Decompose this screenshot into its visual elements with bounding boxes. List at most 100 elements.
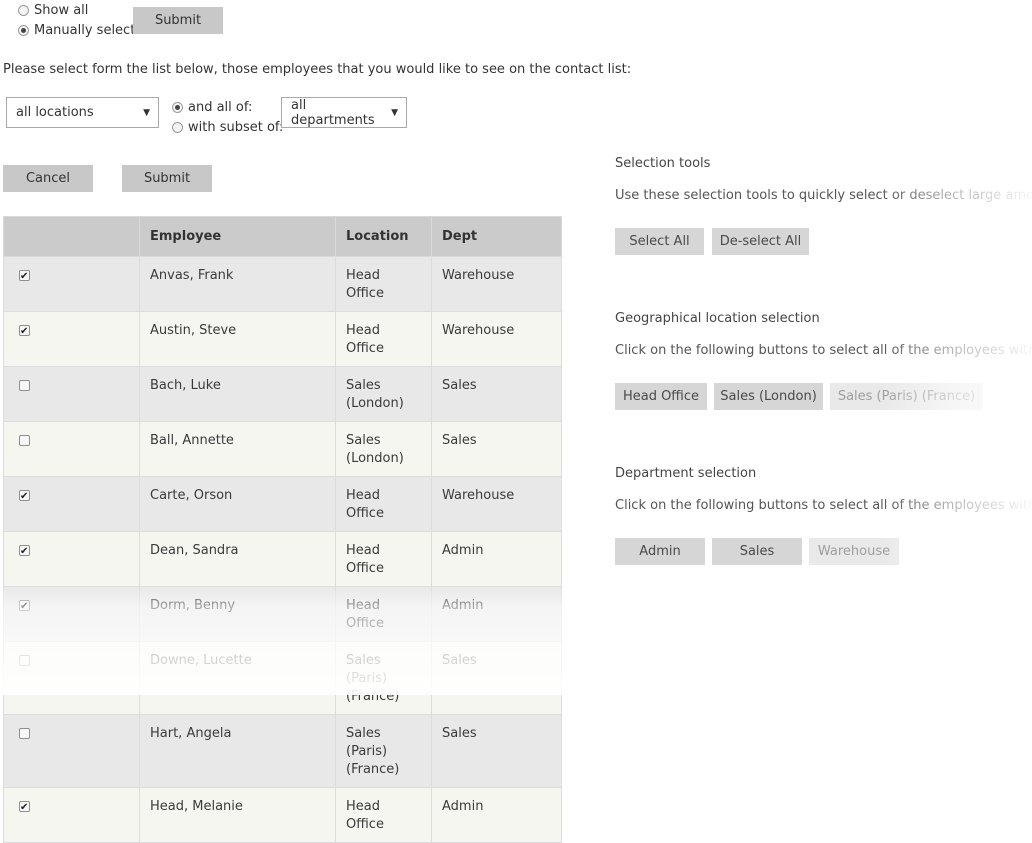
- show-all-option[interactable]: Show all: [18, 3, 88, 18]
- select-cell: [3, 476, 140, 532]
- table-header-row: Employee Location Dept: [3, 216, 562, 257]
- subset-radio[interactable]: [172, 122, 183, 133]
- subset-label: with subset of:: [188, 120, 284, 135]
- location-cell: Head Office: [335, 787, 432, 843]
- dept-cell: Sales: [431, 421, 562, 477]
- and-all-option[interactable]: and all of:: [172, 100, 252, 115]
- table-row: Dean, SandraHead OfficeAdmin: [3, 531, 562, 587]
- table-row: Head, MelanieHead OfficeAdmin: [3, 787, 562, 843]
- manual-select-label: Manually select: [34, 23, 136, 38]
- table-row: Ball, Annette Sales (London) Sales: [3, 421, 562, 477]
- mode-submit-button[interactable]: Submit: [133, 7, 223, 34]
- employee-checkbox[interactable]: [19, 435, 30, 446]
- location-select-value: all locations: [16, 105, 94, 120]
- select-column-header: [3, 216, 140, 257]
- select-cell: [3, 531, 140, 587]
- dept-selection-desc: Click on the following buttons to select…: [615, 498, 1032, 513]
- select-cell: [3, 586, 140, 642]
- table-row: Austin, SteveHead OfficeWarehouse: [3, 311, 562, 367]
- employee-checkbox[interactable]: [19, 728, 30, 739]
- location-cell: Sales (Paris) (France): [335, 714, 432, 788]
- selection-tools-desc: Use these selection tools to quickly sel…: [615, 188, 1032, 203]
- employee-checkbox[interactable]: [19, 488, 30, 506]
- dept-column-header[interactable]: Dept: [431, 216, 562, 257]
- employee-checkbox[interactable]: [19, 380, 30, 391]
- employee-checkbox[interactable]: [19, 323, 30, 341]
- geo-sales-london-button[interactable]: Sales (London): [714, 383, 823, 410]
- employee-column-header[interactable]: Employee: [139, 216, 336, 257]
- geo-sales-paris-button[interactable]: Sales (Paris) (France): [830, 383, 983, 410]
- deselect-all-button[interactable]: De-select All: [712, 228, 809, 255]
- location-cell: Head Office: [335, 531, 432, 587]
- select-cell: [3, 311, 140, 367]
- dept-sales-button[interactable]: Sales: [712, 538, 802, 565]
- select-cell: [3, 256, 140, 312]
- dept-cell: Warehouse: [431, 311, 562, 367]
- dept-warehouse-button[interactable]: Warehouse: [809, 538, 899, 565]
- location-cell: Head Office: [335, 476, 432, 532]
- location-cell: Head Office: [335, 586, 432, 642]
- dept-admin-button[interactable]: Admin: [615, 538, 705, 565]
- manual-select-radio[interactable]: [18, 25, 29, 36]
- location-cell: Sales (London): [335, 366, 432, 422]
- geo-head-office-button[interactable]: Head Office: [615, 383, 707, 410]
- employee-cell: Austin, Steve: [139, 311, 336, 367]
- employee-cell: Dean, Sandra: [139, 531, 336, 587]
- dept-cell: Warehouse: [431, 476, 562, 532]
- geo-selection-desc: Click on the following buttons to select…: [615, 343, 1032, 358]
- dept-selection-title: Department selection: [615, 466, 757, 481]
- and-all-radio[interactable]: [172, 102, 183, 113]
- location-cell: Sales (Paris) (France): [335, 641, 432, 715]
- select-cell: [3, 366, 140, 422]
- dept-cell: Sales: [431, 366, 562, 422]
- department-select-value: all departments: [291, 97, 375, 128]
- submit-button[interactable]: Submit: [122, 165, 212, 192]
- table-row: Carte, OrsonHead OfficeWarehouse: [3, 476, 562, 532]
- subset-option[interactable]: with subset of:: [172, 120, 283, 135]
- employee-checkbox[interactable]: [19, 799, 30, 817]
- employee-cell: Hart, Angela: [139, 714, 336, 788]
- show-all-radio[interactable]: [18, 5, 29, 16]
- dept-cell: Admin: [431, 531, 562, 587]
- instruction-text: Please select form the list below, those…: [3, 62, 632, 77]
- table-row: Bach, Luke Sales (London) Sales: [3, 366, 562, 422]
- select-cell: [3, 641, 140, 715]
- show-all-label: Show all: [34, 3, 89, 18]
- dept-cell: Sales: [431, 641, 562, 715]
- geo-selection-title: Geographical location selection: [615, 311, 820, 326]
- dept-cell: Admin: [431, 586, 562, 642]
- chevron-down-icon: ▼: [391, 107, 398, 118]
- select-all-button[interactable]: Select All: [615, 228, 704, 255]
- select-cell: [3, 787, 140, 843]
- manual-select-option[interactable]: Manually select: [18, 23, 135, 38]
- employee-cell: Downe, Lucette: [139, 641, 336, 715]
- dept-cell: Admin: [431, 787, 562, 843]
- table-row: Downe, Lucette Sales (Paris) (France) Sale…: [3, 641, 562, 715]
- table-row: Dorm, BennyHead OfficeAdmin: [3, 586, 562, 642]
- and-all-label: and all of:: [188, 100, 253, 115]
- employee-checkbox[interactable]: [19, 598, 30, 616]
- employee-table: Employee Location Dept Anvas, FrankHead …: [3, 216, 562, 843]
- table-row: Hart, Angela Sales (Paris) (France) Sales: [3, 714, 562, 788]
- select-cell: [3, 714, 140, 788]
- location-column-header[interactable]: Location: [335, 216, 432, 257]
- location-cell: Head Office: [335, 311, 432, 367]
- employee-cell: Carte, Orson: [139, 476, 336, 532]
- employee-checkbox[interactable]: [19, 268, 30, 286]
- dept-cell: Warehouse: [431, 256, 562, 312]
- employee-checkbox[interactable]: [19, 543, 30, 561]
- dept-cell: Sales: [431, 714, 562, 788]
- right-fade-overlay: [880, 150, 1032, 600]
- employee-cell: Dorm, Benny: [139, 586, 336, 642]
- location-select[interactable]: all locations ▼: [6, 97, 159, 128]
- chevron-down-icon: ▼: [143, 107, 150, 118]
- employee-cell: Ball, Annette: [139, 421, 336, 477]
- location-cell: Sales (London): [335, 421, 432, 477]
- select-cell: [3, 421, 140, 477]
- employee-checkbox[interactable]: [19, 655, 30, 666]
- cancel-button[interactable]: Cancel: [3, 165, 93, 192]
- table-row: Anvas, FrankHead OfficeWarehouse: [3, 256, 562, 312]
- employee-cell: Head, Melanie: [139, 787, 336, 843]
- employee-cell: Bach, Luke: [139, 366, 336, 422]
- department-select[interactable]: all departments ▼: [281, 97, 407, 128]
